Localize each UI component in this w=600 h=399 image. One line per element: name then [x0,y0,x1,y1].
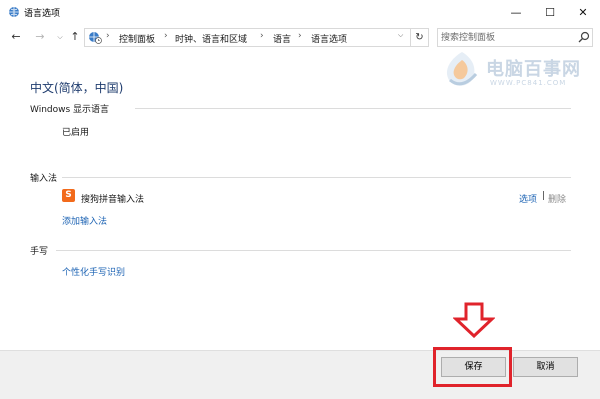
section-divider [135,108,571,109]
breadcrumb-separator: › [164,31,168,41]
display-language-title: Windows 显示语言 [30,105,110,115]
cancel-button[interactable]: 取消 [513,357,578,377]
address-dropdown[interactable]: ⌵ [398,31,403,40]
link-separator: | [542,191,546,201]
ime-options-link[interactable]: 选项 [519,192,537,205]
globe-clock-icon [89,32,102,44]
ime-remove-link[interactable]: 删除 [548,192,566,205]
breadcrumb-separator: › [298,31,302,41]
personalize-handwriting-link[interactable]: 个性化手写识别 [62,265,125,278]
breadcrumb-control-panel[interactable]: 控制面板 [119,32,155,45]
search-icon[interactable] [578,31,590,43]
back-button[interactable]: ← [8,29,24,45]
sogou-icon: S [62,189,75,202]
breadcrumb-separator: › [106,31,110,41]
watermark-url: WWW.PC841.COM [490,79,567,87]
add-input-method-link[interactable]: 添加输入法 [62,214,107,227]
maximize-button[interactable]: ☐ [533,0,567,25]
ime-name: 搜狗拼音输入法 [81,195,145,205]
breadcrumb-clock-language-region[interactable]: 时钟、语言和区域 [175,32,247,45]
refresh-button[interactable]: ↻ [411,28,429,47]
language-heading: 中文(简体，中国) [30,81,124,95]
forward-button[interactable]: → [32,29,48,45]
section-divider [62,177,571,178]
globe-clock-icon [9,7,19,17]
watermark-brand: 电脑百事网 [486,59,581,80]
breadcrumb-separator: › [260,31,264,41]
recent-locations-dropdown[interactable]: ⌵ [52,29,68,45]
section-divider [56,250,571,251]
display-language-status: 已启用 [62,128,90,138]
save-highlight-box [433,347,512,387]
watermark-logo [446,52,478,86]
down-arrow-annotation-icon [453,302,495,338]
close-button[interactable]: ✕ [566,0,600,25]
up-button[interactable]: ↑ [67,29,83,45]
window-title: 语言选项 [24,9,61,19]
breadcrumb-language-options[interactable]: 语言选项 [311,32,347,45]
minimize-button[interactable]: — [499,0,533,25]
handwriting-title: 手写 [30,247,49,257]
breadcrumb-language[interactable]: 语言 [273,32,291,45]
search-input[interactable] [441,31,571,44]
input-method-title: 输入法 [30,174,58,184]
